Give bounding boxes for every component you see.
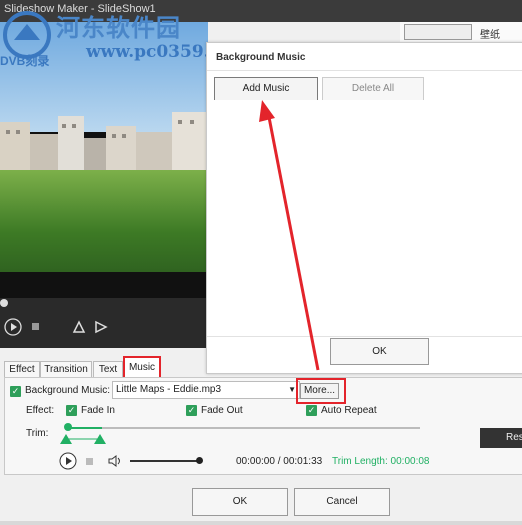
preview-grass	[0, 170, 208, 274]
music-list[interactable]	[207, 100, 522, 336]
volume-knob[interactable]	[196, 457, 203, 464]
auto-repeat-checkbox[interactable]: ✓	[306, 405, 317, 416]
trim-slider[interactable]	[66, 427, 420, 429]
background-music-value: Little Maps - Eddie.mp3	[116, 384, 222, 395]
trim-label: Trim:	[26, 428, 49, 439]
effect-label: Effect:	[26, 405, 55, 416]
cancel-button[interactable]: Cancel	[294, 488, 390, 516]
background-music-checkbox[interactable]: ✓	[10, 386, 21, 397]
add-music-button[interactable]: Add Music	[214, 77, 318, 101]
auto-repeat-label: Auto Repeat	[321, 405, 377, 416]
more-button[interactable]: More...	[300, 383, 339, 399]
rotate-right-icon[interactable]	[94, 320, 108, 334]
stop-icon[interactable]	[32, 323, 39, 330]
thumbnail-strip: 壁纸	[400, 22, 522, 42]
fade-out-checkbox[interactable]: ✓	[186, 405, 197, 416]
progress-knob[interactable]	[0, 299, 8, 307]
video-progress-bar[interactable]	[0, 298, 208, 308]
dialog-footer-divider	[207, 336, 522, 337]
dialog-divider	[207, 70, 522, 71]
trim-markers-icon[interactable]	[58, 432, 108, 446]
thumbnail-label: 壁纸	[480, 30, 500, 41]
music-stop-icon[interactable]	[86, 458, 93, 465]
fade-in-checkbox[interactable]: ✓	[66, 405, 77, 416]
background-music-label: Background Music:	[25, 385, 111, 396]
trim-start-handle[interactable]	[64, 423, 72, 431]
watermark-dvd: DVB刻录	[0, 54, 50, 68]
video-controls	[0, 308, 208, 348]
fade-in-label: Fade In	[81, 405, 115, 416]
playback-time: 00:00:00 / 00:01:33	[236, 456, 323, 467]
bottom-edge	[0, 521, 522, 525]
thumbnail[interactable]	[404, 24, 472, 40]
delete-all-button[interactable]: Delete All	[322, 77, 424, 101]
play-icon[interactable]	[4, 318, 22, 336]
dialog-ok-button[interactable]: OK	[330, 338, 429, 365]
watermark-title: 河东软件园	[56, 13, 181, 42]
reset-button[interactable]: Res	[480, 428, 522, 448]
background-music-select[interactable]: Little Maps - Eddie.mp3 ▼	[112, 381, 300, 399]
volume-slider[interactable]	[130, 460, 200, 462]
fade-out-label: Fade Out	[201, 405, 243, 416]
volume-icon[interactable]	[108, 455, 122, 467]
rotate-left-icon[interactable]	[72, 320, 86, 334]
ok-button[interactable]: OK	[192, 488, 288, 516]
dialog-title: Background Music	[216, 52, 306, 63]
chevron-down-icon: ▼	[288, 385, 296, 394]
trim-length: Trim Length: 00:00:08	[332, 456, 430, 467]
music-play-icon[interactable]	[59, 452, 77, 470]
